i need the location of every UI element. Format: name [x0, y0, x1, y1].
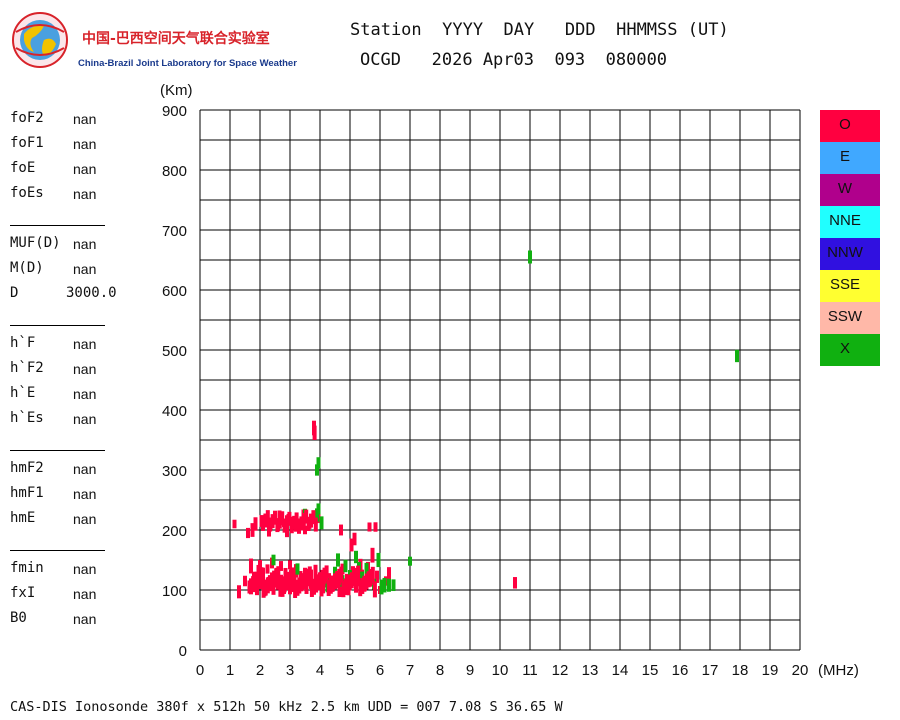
data-point-x: [316, 457, 321, 469]
y-axis-label: (Km): [160, 82, 193, 99]
data-point-o: [387, 567, 391, 580]
data-point-o: [370, 547, 375, 563]
x-tick-label: 20: [792, 662, 809, 679]
data-point-x: [271, 554, 276, 566]
y-tick-label: 400: [162, 403, 187, 420]
y-tick-label: 700: [162, 223, 187, 240]
x-tick-label: 7: [406, 662, 414, 679]
x-tick-label: 6: [376, 662, 384, 679]
data-point-o: [259, 567, 264, 584]
data-point-x: [343, 559, 348, 573]
y-tick-label: 100: [162, 583, 187, 600]
y-tick-label: 600: [162, 283, 187, 300]
data-point-x: [387, 578, 391, 592]
x-tick-label: 8: [436, 662, 444, 679]
x-tick-label: 11: [522, 662, 538, 679]
data-point-o: [373, 522, 378, 532]
x-tick-label: 16: [672, 662, 689, 679]
data-point-o: [352, 532, 357, 546]
legend-label: X: [839, 340, 850, 357]
data-point-o: [367, 522, 372, 532]
x-tick-label: 1: [226, 662, 234, 679]
legend-label: W: [837, 180, 853, 197]
legend-label: SSW: [827, 308, 863, 325]
data-point-o: [324, 565, 329, 582]
data-point-o: [291, 567, 295, 584]
x-tick-label: 13: [582, 662, 599, 679]
data-point-x: [735, 349, 739, 363]
legend-item-sse: SSE: [820, 270, 880, 302]
x-tick-label: 9: [466, 662, 474, 679]
data-point-x: [408, 556, 412, 566]
data-point-x: [528, 250, 532, 264]
x-tick-label: 14: [612, 662, 629, 679]
data-point-x: [319, 516, 324, 530]
data-point-o: [513, 577, 517, 589]
data-point-o: [356, 565, 361, 582]
legend-item-nnw: NNW: [820, 238, 880, 270]
legend-item-w: W: [820, 174, 880, 206]
x-tick-label: 2: [256, 662, 264, 679]
legend-label: SSE: [829, 276, 860, 293]
data-point-x: [382, 577, 387, 593]
data-point-o: [276, 566, 281, 583]
x-tick-label: 10: [492, 662, 509, 679]
data-point-o: [303, 525, 307, 535]
y-tick-label: 200: [162, 523, 187, 540]
legend-label: NNE: [829, 212, 861, 229]
data-point-x: [391, 579, 396, 592]
data-point-x: [336, 553, 340, 567]
legend-label: O: [839, 116, 851, 133]
y-tick-label: 800: [162, 163, 187, 180]
x-tick-label: 18: [732, 662, 749, 679]
legend-item-ssw: SSW: [820, 302, 880, 334]
data-point-o: [265, 564, 270, 574]
data-point-o: [243, 575, 247, 587]
legend-label: NNW: [827, 244, 863, 261]
y-tick-label: 900: [162, 103, 187, 120]
data-point-o: [339, 524, 343, 536]
legend-item-e: E: [820, 142, 880, 174]
x-tick-label: 4: [316, 662, 324, 679]
x-axis-label: (MHz): [818, 662, 859, 679]
data-point-x: [354, 550, 358, 564]
instrument-info: CAS-DIS Ionosonde 380f x 512h 50 kHz 2.5…: [10, 699, 563, 715]
x-tick-label: 0: [196, 662, 204, 679]
data-point-o: [232, 519, 237, 529]
x-tick-label: 19: [762, 662, 779, 679]
x-tick-label: 15: [642, 662, 659, 679]
data-point-o: [372, 581, 377, 598]
data-point-x: [295, 563, 300, 575]
data-point-x: [316, 503, 321, 515]
x-tick-label: 17: [702, 662, 719, 679]
data-point-o: [253, 517, 258, 531]
y-tick-label: 500: [162, 343, 187, 360]
legend-item-x: X: [820, 334, 880, 366]
x-tick-label: 12: [552, 662, 569, 679]
data-point-o: [307, 566, 312, 583]
legend-label: E: [839, 148, 850, 165]
data-point-x: [376, 552, 381, 568]
y-tick-label: 300: [162, 463, 187, 480]
ionogram-chart: 0 1 2 3 4 5 6 7 8 9 10 11 12 13 14 15 16 17 18 19 2001002003…: [160, 82, 859, 679]
y-tick-label: 0: [179, 643, 187, 660]
data-point-o: [249, 558, 253, 574]
data-point-o: [370, 566, 375, 583]
legend-item-nne: NNE: [820, 206, 880, 238]
legend-item-o: O: [820, 110, 880, 142]
chart-points: [232, 250, 739, 599]
x-tick-label: 3: [286, 662, 294, 679]
x-tick-label: 5: [346, 662, 354, 679]
data-point-o: [313, 517, 318, 532]
data-point-o: [246, 527, 250, 539]
data-point-o: [237, 585, 241, 599]
data-point-o: [312, 425, 317, 440]
data-point-o: [339, 566, 344, 583]
